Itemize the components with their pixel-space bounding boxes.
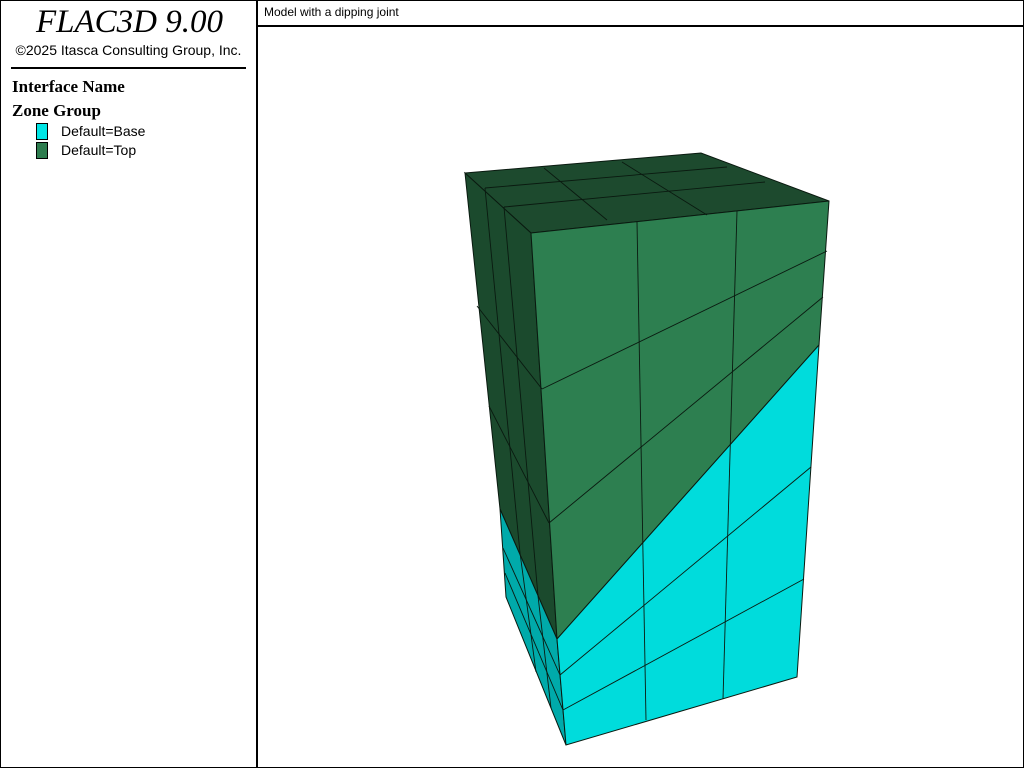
viewport-header: Model with a dipping joint	[258, 1, 1023, 27]
legend-label-base: Default=Base	[61, 123, 146, 139]
application-frame: FLAC3D 9.00 ©2025 Itasca Consulting Grou…	[0, 0, 1024, 768]
copyright-text: ©2025 Itasca Consulting Group, Inc.	[15, 42, 242, 58]
app-title: FLAC3D 9.00	[35, 4, 223, 40]
model-viewport[interactable]	[258, 27, 1023, 767]
viewport-title: Model with a dipping joint	[264, 5, 399, 19]
model-block	[463, 152, 830, 746]
legend-swatch-top	[36, 142, 48, 159]
legend-item-top[interactable]: Default=Top	[36, 141, 136, 160]
legend-item-base[interactable]: Default=Base	[36, 122, 145, 141]
legend-swatch-base	[36, 123, 48, 140]
legend-heading-interface-name: Interface Name	[12, 77, 125, 96]
legend-label-top: Default=Top	[61, 142, 137, 158]
legend-heading-zone-group: Zone Group	[12, 101, 101, 120]
title-divider	[11, 67, 246, 69]
legend-panel: FLAC3D 9.00 ©2025 Itasca Consulting Grou…	[1, 1, 258, 767]
model-render[interactable]	[258, 27, 1023, 767]
